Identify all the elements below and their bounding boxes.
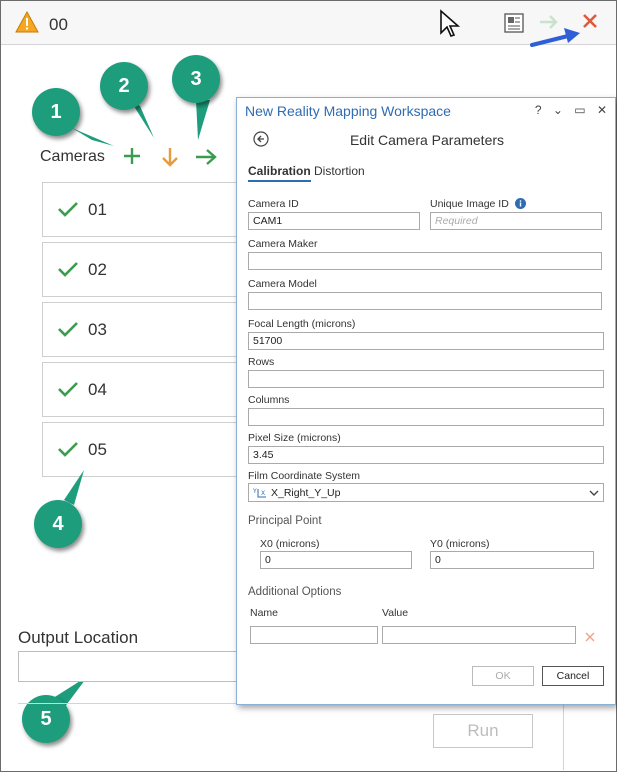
x0-input[interactable]: 0 [260, 551, 412, 569]
x0-label: X0 (microns) [260, 538, 320, 550]
y0-label: Y0 (microns) [430, 538, 490, 550]
option-name-input[interactable] [250, 626, 378, 644]
output-location-label: Output Location [18, 628, 139, 647]
chevron-down-icon [589, 488, 599, 500]
focal-length-label: Focal Length (microns) [248, 318, 356, 330]
pixel-size-label: Pixel Size (microns) [248, 432, 341, 444]
principal-point-heading: Principal Point [248, 515, 322, 527]
columns-input[interactable] [248, 408, 604, 426]
callout-3: 3 [172, 55, 220, 103]
tab-distortion[interactable]: Distortion [314, 164, 365, 178]
film-coordinate-select[interactable]: YX X_Right_Y_Up [248, 483, 604, 502]
value-column-label: Value [382, 607, 409, 619]
y0-input[interactable]: 0 [430, 551, 594, 569]
dialog-heading: Edit Camera Parameters [349, 132, 505, 148]
focal-length-input[interactable]: 51700 [248, 332, 604, 350]
camera-id-label: Camera ID [248, 198, 299, 210]
additional-options-heading: Additional Options [248, 586, 342, 598]
camera-maker-label: Camera Maker [248, 238, 318, 250]
callout-1: 1 [32, 88, 80, 136]
option-value-input[interactable] [382, 626, 576, 644]
dialog-title: New Reality Mapping Workspace [245, 103, 451, 119]
run-button[interactable]: Run [433, 714, 533, 748]
cancel-button[interactable]: Cancel [542, 666, 604, 686]
edit-camera-dialog: New Reality Mapping Workspace ? ⌄ ▭ ✕ Ed… [236, 97, 616, 705]
camera-model-input[interactable] [248, 292, 602, 310]
output-location-input[interactable] [18, 651, 240, 682]
name-column-label: Name [250, 607, 279, 619]
camera-maker-input[interactable] [248, 252, 602, 270]
divider [563, 700, 564, 770]
camera-model-label: Camera Model [248, 278, 317, 290]
tab-calibration[interactable]: Calibration [248, 164, 311, 182]
svg-text:X: X [261, 490, 265, 497]
callout-4: 4 [34, 500, 82, 548]
divider [18, 703, 243, 704]
rows-input[interactable] [248, 370, 604, 388]
camera-id-input[interactable]: CAM1 [248, 212, 420, 230]
unique-image-id-input[interactable]: Required [430, 212, 602, 230]
pixel-size-input[interactable]: 3.45 [248, 446, 604, 464]
film-coordinate-value: X_Right_Y_Up [271, 487, 341, 499]
dialog-window-controls[interactable]: ? ⌄ ▭ ✕ [535, 103, 611, 117]
callout-2: 2 [100, 62, 148, 110]
film-coordinate-label: Film Coordinate System [248, 470, 361, 482]
remove-option-icon[interactable] [585, 629, 595, 647]
ok-button[interactable]: OK [472, 666, 534, 686]
unique-image-id-label: Unique Image ID [430, 198, 509, 210]
coordinate-axes-icon: YX [252, 487, 267, 502]
columns-label: Columns [248, 394, 290, 406]
rows-label: Rows [248, 356, 275, 368]
svg-text:Y: Y [253, 488, 257, 495]
